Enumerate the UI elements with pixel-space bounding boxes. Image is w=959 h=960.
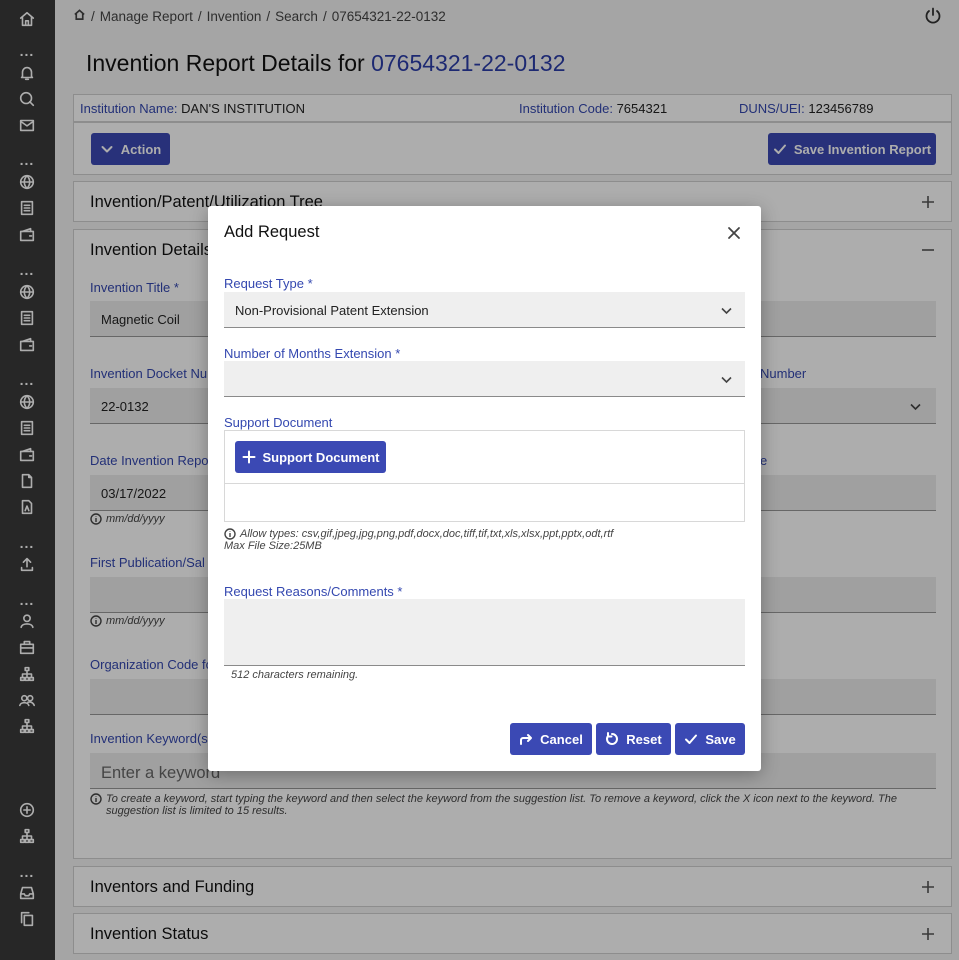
save-button[interactable]: Save: [675, 723, 745, 755]
chevron-down-icon: [720, 304, 733, 317]
chevron-down-icon: [720, 373, 733, 386]
add-support-document-button[interactable]: Support Document: [235, 441, 386, 473]
reset-icon: [606, 732, 619, 745]
support-document-box: Support Document: [224, 430, 745, 522]
support-document-label: Support Document: [224, 415, 333, 430]
cancel-button[interactable]: Cancel: [510, 723, 592, 755]
check-icon: [685, 734, 698, 744]
dialog-title: Add Request: [224, 223, 320, 241]
plus-icon: [242, 450, 255, 464]
months-extension-select[interactable]: [224, 361, 745, 397]
redo-arrow-icon: [520, 734, 533, 745]
request-reasons-textarea[interactable]: [224, 599, 745, 666]
characters-remaining: 512 characters remaining.: [231, 669, 359, 681]
reset-button[interactable]: Reset: [596, 723, 671, 755]
add-request-dialog: Add Request Request Type * Non-Provision…: [208, 206, 761, 771]
request-type-select[interactable]: Non-Provisional Patent Extension: [224, 292, 745, 328]
request-reasons-label: Request Reasons/Comments *: [224, 584, 403, 599]
close-icon[interactable]: [727, 226, 741, 240]
request-type-label: Request Type *: [224, 276, 313, 291]
info-icon: [224, 528, 236, 540]
allowed-types-hint: Allow types: csv,gif,jpeg,jpg,png,pdf,do…: [224, 528, 614, 552]
months-extension-label: Number of Months Extension *: [224, 346, 401, 361]
